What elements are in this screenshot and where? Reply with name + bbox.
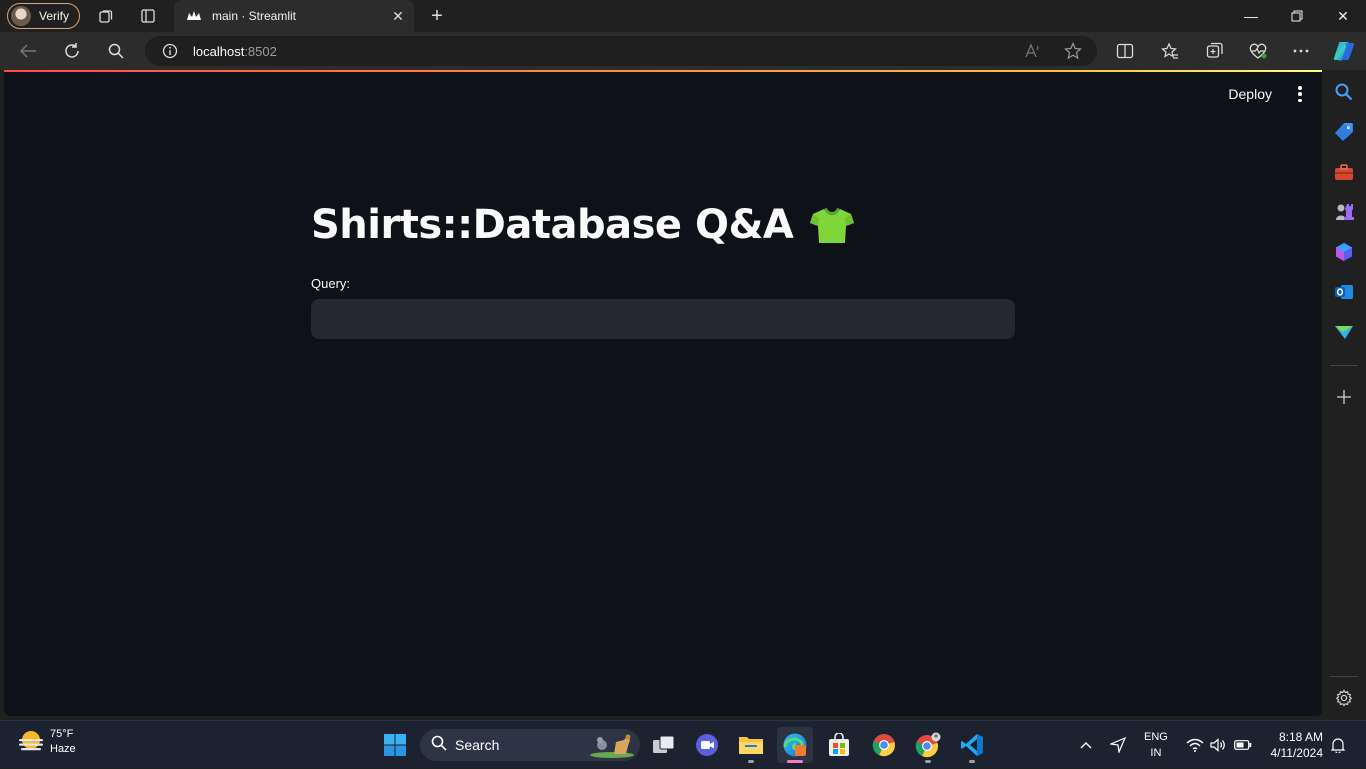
search-highlight-illustration [588,732,636,758]
sidebar-search-icon[interactable] [1334,82,1354,102]
weather-widget[interactable]: 75°F Haze [16,727,76,757]
browser-tabstrip: Verify main · Streamlit ✕ + — ✕ [0,0,1366,32]
volume-icon[interactable] [1210,721,1226,769]
microsoft-365-icon[interactable] [1334,242,1354,262]
refresh-icon[interactable] [62,41,82,61]
search-label: Search [455,737,500,753]
sidebar-settings-gear-icon[interactable] [1334,688,1354,708]
profile-label: Verify [39,9,70,23]
new-tab-icon[interactable]: + [427,5,447,27]
url-host: localhost [193,43,245,59]
language-code: ENG [1144,731,1168,743]
battery-icon[interactable] [1234,721,1252,769]
browser-toolbar: localhost:8502 [0,32,1366,70]
collections-icon[interactable] [1205,41,1225,61]
wifi-icon[interactable] [1186,721,1204,769]
weather-temperature: 75°F [50,728,74,740]
taskbar-search[interactable]: Search [420,729,640,761]
running-indicator [969,760,975,763]
task-view-app[interactable] [646,727,682,763]
tab-title: main · Streamlit [212,9,297,23]
back-icon[interactable] [18,41,38,61]
start-button[interactable] [377,727,413,763]
query-input[interactable] [311,299,1015,339]
copilot-icon[interactable] [1332,39,1356,63]
streamlit-crown-icon [186,8,202,24]
input-language[interactable]: ENG IN [1144,729,1168,761]
close-window-icon[interactable]: ✕ [1320,0,1366,32]
tab-actions-icon[interactable] [139,7,157,25]
file-explorer-app[interactable] [733,727,769,763]
app-header-decoration [4,70,1322,72]
edge-app[interactable] [777,727,813,763]
edge-sidebar [1322,70,1366,718]
add-sidebar-app-icon[interactable] [1334,387,1354,407]
chrome-profile-app[interactable] [910,727,946,763]
query-label: Query: [311,276,351,291]
streamlit-app: Deploy Shirts::Database Q&A Query: [4,70,1322,716]
split-screen-icon[interactable] [1115,41,1135,61]
url-text: localhost:8502 [193,44,277,59]
main-menu-icon[interactable] [1296,86,1304,102]
deploy-button[interactable]: Deploy [1228,86,1272,102]
shirt-icon [809,206,855,244]
sidebar-divider [1330,365,1358,366]
close-tab-icon[interactable]: ✕ [390,8,406,24]
workspaces-icon[interactable] [97,7,115,25]
show-hidden-icons-chevron-icon[interactable] [1079,721,1093,769]
active-indicator [787,760,803,763]
system-clock[interactable]: 8:18 AM 4/11/2024 [1271,729,1324,761]
url-port: :8502 [244,43,277,59]
drop-send-icon[interactable] [1334,322,1354,342]
more-options-icon[interactable] [1291,41,1311,61]
running-indicator [748,760,754,763]
location-arrow-icon[interactable] [1110,721,1126,769]
clock-date: 4/11/2024 [1270,746,1324,760]
outlook-icon[interactable] [1334,282,1354,302]
weather-description: Haze [50,743,76,755]
tab-streamlit[interactable]: main · Streamlit ✕ [174,0,414,32]
avatar [11,6,31,26]
haze-sun-icon [16,727,46,757]
read-aloud-icon[interactable] [1023,41,1043,61]
clock-time: 8:18 AM [1278,730,1323,744]
favorite-star-icon[interactable] [1063,41,1083,61]
browser-essentials-icon[interactable] [1248,41,1268,61]
notification-bell-icon[interactable] [1331,721,1345,769]
windows-taskbar: 75°F Haze Search ENG IN 8:18 AM 4/11/202… [0,720,1366,768]
search-icon [431,735,447,756]
vscode-app[interactable] [954,727,990,763]
tools-briefcase-icon[interactable] [1334,162,1354,182]
restore-icon[interactable] [1274,0,1320,32]
search-icon[interactable] [106,41,126,61]
favorites-icon[interactable] [1160,41,1180,61]
meet-app[interactable] [689,727,725,763]
page-title: Shirts::Database Q&A [311,202,855,248]
region-code: IN [1150,747,1162,759]
running-indicator [925,760,931,763]
address-bar[interactable]: localhost:8502 [145,36,1097,66]
site-info-icon[interactable] [162,43,178,59]
chrome-app[interactable] [866,727,902,763]
minimize-icon[interactable]: — [1228,0,1274,32]
sidebar-divider [1330,676,1358,677]
shopping-tag-icon[interactable] [1334,122,1354,142]
microsoft-store-app[interactable] [821,727,857,763]
profile-button[interactable]: Verify [7,3,80,29]
page-title-text: Shirts::Database Q&A [311,202,794,248]
games-chess-icon[interactable] [1334,202,1354,222]
